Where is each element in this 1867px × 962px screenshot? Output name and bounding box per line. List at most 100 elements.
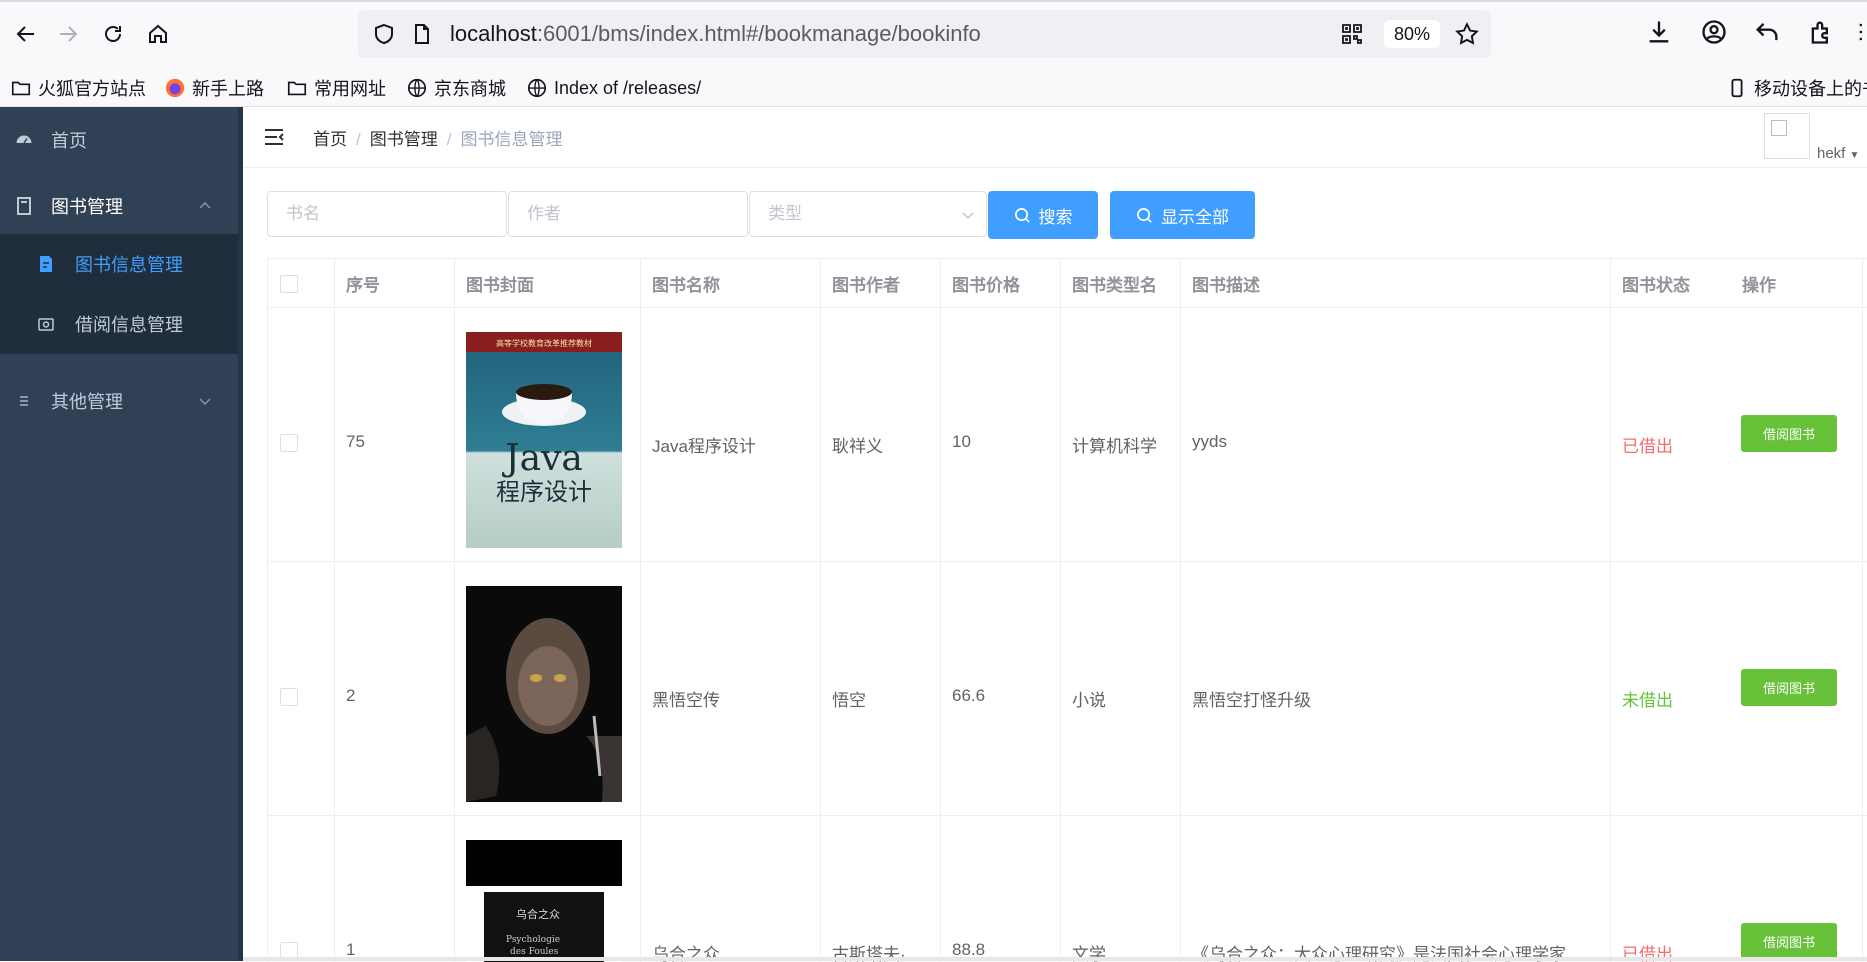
breadcrumb-current: 图书信息管理 bbox=[460, 130, 563, 149]
breadcrumb-separator: / bbox=[356, 130, 361, 149]
breadcrumb-home[interactable]: 首页 bbox=[313, 130, 347, 149]
broken-image-icon bbox=[1771, 120, 1787, 136]
bookmark-item[interactable]: 新手上路 bbox=[164, 74, 264, 102]
forward-arrow-icon bbox=[60, 26, 78, 42]
sidebar-item-book-info[interactable]: 图书信息管理 bbox=[0, 234, 238, 294]
chevron-up-icon bbox=[199, 201, 211, 209]
search-icon bbox=[1014, 207, 1030, 223]
cell-price: 10 bbox=[952, 432, 971, 451]
crowd-book-cover: 乌合之众 Psychologie des Foules bbox=[466, 840, 622, 962]
account-icon[interactable] bbox=[1700, 18, 1728, 46]
username-dropdown[interactable]: hekf ▼ bbox=[1817, 145, 1859, 162]
column-divider bbox=[1610, 259, 1611, 962]
undo-icon[interactable] bbox=[1753, 18, 1781, 46]
row-checkbox[interactable] bbox=[280, 688, 298, 706]
bookmark-item[interactable]: 京东商城 bbox=[406, 74, 506, 102]
sidebar-item-home[interactable]: 首页 bbox=[0, 107, 238, 173]
globe-icon bbox=[527, 78, 547, 98]
document-icon bbox=[14, 196, 34, 216]
avatar[interactable] bbox=[1764, 113, 1810, 159]
column-divider bbox=[1180, 259, 1181, 962]
mobile-bookmarks-label: 移动设备上的书 bbox=[1754, 79, 1867, 99]
crowd-cover-title: 乌合之众 bbox=[516, 907, 560, 921]
firefox-icon bbox=[165, 78, 185, 98]
row-checkbox[interactable] bbox=[280, 434, 298, 452]
home-button[interactable] bbox=[141, 17, 175, 51]
header-type: 图书类型名 bbox=[1072, 275, 1157, 295]
sidebar-item-borrow-info[interactable]: 借阅信息管理 bbox=[0, 294, 238, 354]
column-divider bbox=[940, 259, 941, 962]
mobile-bookmarks[interactable]: 移动设备上的书 bbox=[1726, 74, 1867, 102]
show-all-button[interactable]: 显示全部 bbox=[1110, 191, 1255, 239]
header-status: 图书状态 bbox=[1622, 275, 1690, 295]
qr-code-icon[interactable] bbox=[1340, 22, 1364, 46]
horizontal-scrollbar[interactable] bbox=[243, 957, 1867, 961]
column-divider bbox=[1060, 259, 1061, 962]
page-info-icon[interactable] bbox=[410, 22, 434, 46]
globe-icon bbox=[407, 78, 427, 98]
dashboard-icon bbox=[14, 130, 34, 150]
sidebar-item-label: 图书管理 bbox=[51, 197, 123, 217]
chevron-down-icon bbox=[199, 398, 211, 406]
bookmark-label: 火狐官方站点 bbox=[38, 79, 146, 99]
cell-type: 计算机科学 bbox=[1072, 437, 1157, 456]
type-select[interactable] bbox=[749, 191, 987, 237]
sidebar-edge bbox=[238, 107, 243, 961]
reload-icon bbox=[105, 26, 121, 42]
cell-desc: 黑悟空打怪升级 bbox=[1192, 691, 1311, 710]
borrow-button[interactable]: 借阅图书 bbox=[1741, 415, 1837, 452]
author-input[interactable] bbox=[508, 191, 748, 237]
cell-name: 黑悟空传 bbox=[652, 691, 720, 710]
sidebar-item-label: 首页 bbox=[51, 131, 87, 151]
breadcrumb-book-manage[interactable]: 图书管理 bbox=[370, 130, 438, 149]
bookmark-item[interactable]: 常用网址 bbox=[286, 74, 386, 102]
bookmark-item[interactable]: 火狐官方站点 bbox=[10, 74, 146, 102]
select-all-checkbox[interactable] bbox=[280, 275, 298, 293]
header-name: 图书名称 bbox=[652, 275, 720, 295]
java-cover-subtitle: 程序设计 bbox=[496, 478, 592, 506]
header-desc: 图书描述 bbox=[1192, 275, 1260, 295]
column-divider bbox=[820, 259, 821, 962]
back-button[interactable] bbox=[9, 17, 43, 51]
java-cover-title: Java bbox=[501, 438, 583, 479]
breadcrumb-separator: / bbox=[446, 130, 452, 149]
submenu: 图书信息管理 借阅信息管理 bbox=[0, 234, 238, 354]
cell-id: 2 bbox=[346, 686, 356, 705]
search-button[interactable]: 搜索 bbox=[988, 191, 1098, 239]
borrow-button[interactable]: 借阅图书 bbox=[1741, 669, 1837, 706]
forward-button[interactable] bbox=[51, 17, 85, 51]
bookmark-item[interactable]: Index of /releases/ bbox=[526, 74, 701, 102]
more-menu-icon[interactable] bbox=[1855, 18, 1867, 46]
header-author: 图书作者 bbox=[832, 275, 900, 295]
url-text[interactable]: localhost:6001/bms/index.html#/bookmanag… bbox=[450, 21, 981, 47]
column-divider bbox=[454, 259, 455, 962]
cell-price: 66.6 bbox=[952, 686, 986, 705]
sidebar-item-book-manage[interactable]: 图书管理 bbox=[0, 173, 238, 239]
bookmark-label: Index of /releases/ bbox=[554, 77, 702, 98]
book-table: 序号 图书封面 图书名称 图书作者 图书价格 图书类型名 图书描述 图书状态 操… bbox=[267, 258, 1867, 962]
column-divider bbox=[334, 259, 335, 962]
cell-desc: yyds bbox=[1192, 432, 1227, 451]
java-cover-banner: 高等学校教育改革推荐教材 bbox=[496, 338, 592, 348]
book-name-input[interactable] bbox=[267, 191, 507, 237]
search-button-label: 搜索 bbox=[1038, 207, 1073, 227]
url-bar[interactable]: localhost:6001/bms/index.html#/bookmanag… bbox=[358, 10, 1491, 58]
reload-button[interactable] bbox=[96, 17, 130, 51]
sidebar-item-other-manage[interactable]: 其他管理 bbox=[0, 368, 238, 434]
sidebar-item-label: 借阅信息管理 bbox=[75, 315, 183, 335]
hamburger-icon[interactable] bbox=[263, 126, 285, 148]
java-book-cover: 高等学校教育改革推荐教材 Java 程序设计 bbox=[466, 332, 622, 548]
folder-icon bbox=[287, 81, 307, 96]
show-all-button-label: 显示全部 bbox=[1161, 207, 1229, 227]
cell-author: 耿祥义 bbox=[832, 437, 883, 456]
column-divider bbox=[640, 259, 641, 962]
borrow-button[interactable]: 借阅图书 bbox=[1741, 923, 1837, 960]
chevron-down-icon bbox=[962, 212, 974, 220]
extensions-icon[interactable] bbox=[1807, 18, 1835, 46]
bookmark-star-icon[interactable] bbox=[1454, 21, 1480, 47]
download-icon[interactable] bbox=[1645, 18, 1673, 46]
zoom-level[interactable]: 80% bbox=[1384, 20, 1441, 48]
cell-author: 悟空 bbox=[832, 691, 866, 710]
breadcrumb: 首页 / 图书管理 / 图书信息管理 bbox=[313, 125, 562, 150]
shield-icon[interactable] bbox=[372, 22, 396, 46]
